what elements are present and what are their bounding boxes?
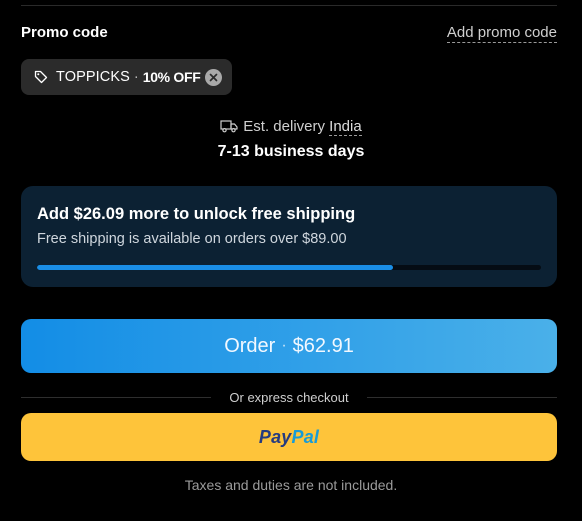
delivery-estimate: Est. delivery India: [0, 118, 582, 137]
express-checkout-label: Or express checkout: [229, 389, 349, 405]
tag-icon: [34, 70, 48, 84]
divider-line-left: [21, 396, 212, 398]
remove-icon: [209, 73, 218, 81]
order-total: $62.91: [292, 334, 354, 357]
top-divider: [21, 5, 557, 6]
promo-discount: 10% OFF: [142, 69, 201, 85]
promo-separator: ·: [133, 69, 139, 85]
free-shipping-subtitle: Free shipping is available on orders ove…: [37, 231, 347, 247]
express-checkout-divider: Or express checkout: [21, 389, 557, 405]
applied-promo-chip: TOPPICKS · 10% OFF: [21, 59, 232, 95]
free-shipping-progress: [37, 265, 541, 270]
promo-code-value: TOPPICKS: [56, 69, 130, 85]
add-promo-code-link[interactable]: Add promo code: [446, 24, 557, 43]
free-shipping-progress-fill: [37, 265, 394, 270]
order-separator: ·: [281, 337, 287, 354]
remove-promo-button[interactable]: [205, 68, 222, 86]
free-shipping-title: Add $26.09 more to unlock free shipping: [37, 205, 356, 223]
divider-line-right: [366, 396, 557, 398]
order-button[interactable]: Order · $62.91: [21, 319, 557, 373]
truck-icon: [220, 119, 238, 137]
paypal-logo: PayPal: [258, 426, 320, 447]
delivery-days: 7-13 business days: [217, 143, 365, 160]
delivery-prefix: Est. delivery: [243, 118, 325, 135]
taxes-note: Taxes and duties are not included.: [184, 477, 398, 493]
delivery-country-link[interactable]: India: [329, 118, 362, 136]
promo-code-label: Promo code: [21, 24, 108, 41]
paypal-button[interactable]: PayPal: [21, 413, 557, 461]
order-label: Order: [224, 334, 276, 357]
free-shipping-card: Add $26.09 more to unlock free shipping …: [21, 186, 557, 287]
